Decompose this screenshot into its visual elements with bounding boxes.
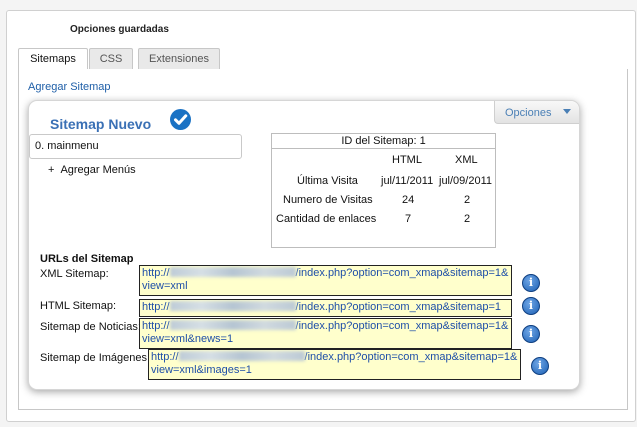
info-icon[interactable]: i — [522, 325, 540, 343]
row-label: Numero de Visitas — [283, 194, 373, 206]
sitemap-id: ID del Sitemap: 1 — [271, 133, 496, 149]
options-label: Opciones — [505, 107, 552, 119]
col-header-html: HTML — [392, 154, 422, 166]
url-prefix: http:// — [142, 267, 170, 279]
url-path-continued: view=xml&news=1 — [142, 333, 234, 345]
row-label: Cantidad de enlaces — [276, 213, 377, 225]
sitemap-stats-table: ID del Sitemap: 1 HTML XML Última Visita… — [271, 133, 496, 248]
plus-icon: + — [48, 164, 55, 176]
html-sitemap-url[interactable]: http:// /index.php?option=com_xmap&sitema… — [139, 299, 512, 317]
redacted-host — [169, 301, 296, 311]
row-xml-value: jul/09/2011 — [439, 175, 493, 187]
menu-list[interactable]: 0. mainmenu — [29, 134, 242, 159]
page-title: Opciones guardadas — [70, 24, 169, 35]
news-sitemap-url[interactable]: http:// /index.php?option=com_xmap&sitema… — [139, 318, 512, 349]
url-path: /index.php?option=com_xmap&sitemap=1& — [295, 320, 509, 332]
url-path: /index.php?option=com_xmap&sitemap=1 — [295, 301, 501, 313]
sitemap-title[interactable]: Sitemap Nuevo — [50, 116, 151, 132]
xml-sitemap-url[interactable]: http:// /index.php?option=com_xmap&sitema… — [139, 265, 512, 296]
urls-section-title: URLs del Sitemap — [40, 253, 134, 265]
news-sitemap-label: Sitemap de Noticias: — [40, 321, 141, 333]
add-menus-label: Agregar Menús — [60, 164, 136, 176]
redacted-host — [169, 267, 296, 277]
url-path-continued: view=xml — [142, 280, 188, 292]
xml-sitemap-label: XML Sitemap: — [40, 268, 109, 280]
row-xml-value: 2 — [464, 194, 471, 206]
tab-css[interactable]: CSS — [89, 48, 133, 69]
row-html-value: 7 — [405, 213, 412, 225]
info-icon[interactable]: i — [531, 357, 549, 375]
url-prefix: http:// — [142, 301, 170, 313]
options-dropdown-button[interactable]: Opciones — [494, 101, 579, 124]
tab-extensiones[interactable]: Extensiones — [138, 48, 220, 69]
sitemap-card: Opciones Sitemap Nuevo 0. mainmenu + Agre… — [28, 100, 580, 390]
images-sitemap-url[interactable]: http:// /index.php?option=com_xmap&sitema… — [148, 349, 521, 380]
url-path-continued: view=xml&images=1 — [151, 364, 252, 376]
add-sitemap-link[interactable]: Agregar Sitemap — [28, 81, 111, 93]
tab-sitemaps[interactable]: Sitemaps — [18, 48, 88, 71]
redacted-host — [169, 320, 296, 330]
row-html-value: 24 — [402, 194, 415, 206]
row-html-value: jul/11/2011 — [381, 175, 434, 187]
row-label: Última Visita — [297, 175, 358, 187]
redacted-host — [178, 351, 305, 361]
menu-item: 0. mainmenu — [35, 140, 99, 152]
url-prefix: http:// — [142, 320, 170, 332]
add-menus-button[interactable]: + Agregar Menús — [48, 164, 136, 176]
url-path: /index.php?option=com_xmap&sitemap=1& — [295, 267, 509, 279]
images-sitemap-label: Sitemap de Imágenes: — [40, 352, 151, 364]
info-icon[interactable]: i — [522, 274, 540, 292]
url-path: /index.php?option=com_xmap&sitemap=1& — [304, 351, 518, 363]
checkmark-icon — [170, 109, 191, 130]
url-prefix: http:// — [151, 351, 179, 363]
row-xml-value: 2 — [464, 213, 471, 225]
info-icon[interactable]: i — [522, 297, 540, 315]
chevron-down-icon — [563, 109, 571, 114]
col-header-xml: XML — [455, 154, 478, 166]
html-sitemap-label: HTML Sitemap: — [40, 300, 117, 312]
